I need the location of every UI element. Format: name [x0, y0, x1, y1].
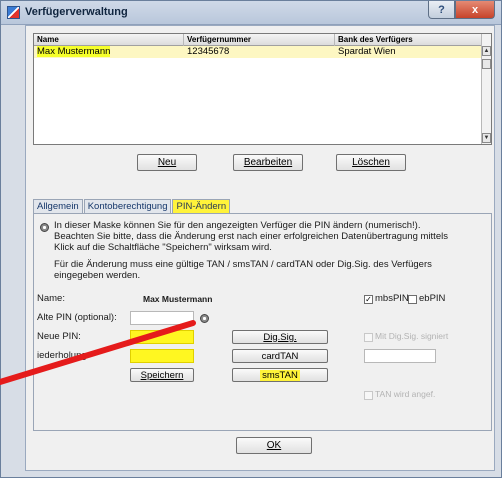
- title-bar: Verfügerverwaltung ? x: [1, 1, 501, 25]
- cell-name-text: Max Mustermann: [37, 46, 111, 57]
- cell-number: 12345678: [187, 46, 230, 57]
- mbspin-checkbox[interactable]: ✓: [364, 295, 373, 304]
- info-line-3: Klick auf die Schaltfläche "Speichern" w…: [54, 242, 272, 253]
- digsig-signed-label: Mit Dig.Sig. signiert: [375, 331, 449, 341]
- repeat-pin-input[interactable]: [130, 349, 194, 363]
- tan-input[interactable]: [364, 349, 436, 363]
- verfuger-table[interactable]: Name Verfügernummer Bank des Verfügers M…: [33, 33, 492, 145]
- tab-allgemein[interactable]: Allgemein: [33, 199, 83, 213]
- digsig-button-label: Dig.Sig.: [263, 331, 297, 343]
- scroll-down-icon[interactable]: ▼: [482, 133, 491, 143]
- column-header-number[interactable]: Verfügernummer: [184, 34, 335, 46]
- scroll-up-icon[interactable]: ▲: [482, 46, 491, 56]
- new-pin-label: Neue PIN:: [37, 331, 81, 342]
- name-label: Name:: [37, 293, 65, 304]
- info-line-4: Für die Änderung muss eine gültige TAN /…: [54, 259, 432, 270]
- smstan-button[interactable]: smsTAN: [232, 368, 328, 382]
- window: Verfügerverwaltung ? x Name Verfügernumm…: [0, 0, 502, 478]
- new-pin-input[interactable]: [130, 330, 194, 344]
- edit-button-label: Bearbeiten: [243, 157, 293, 168]
- cardtan-button[interactable]: cardTAN: [232, 349, 328, 363]
- scroll-thumb[interactable]: [482, 59, 491, 69]
- delete-button[interactable]: Löschen: [336, 154, 406, 171]
- close-button[interactable]: x: [455, 1, 495, 19]
- table-scrollbar[interactable]: ▲ ▼: [481, 34, 491, 144]
- new-button-label: Neu: [157, 157, 177, 168]
- ebpin-label: ebPIN: [419, 293, 446, 304]
- table-header: Name Verfügernummer Bank des Verfügers: [34, 34, 483, 46]
- info-icon: [40, 223, 49, 232]
- old-pin-input[interactable]: [130, 311, 194, 325]
- new-button[interactable]: Neu: [137, 154, 197, 171]
- tan-sent-label: TAN wird angef.: [375, 389, 436, 399]
- old-pin-info-icon: [200, 314, 209, 323]
- column-header-name[interactable]: Name: [34, 34, 184, 46]
- info-line-5: eingegeben werden.: [54, 270, 141, 281]
- cell-name: Max Mustermann: [34, 46, 184, 58]
- name-value: Max Mustermann: [143, 294, 213, 304]
- column-header-bank[interactable]: Bank des Verfügers: [335, 34, 483, 46]
- ok-button[interactable]: OK: [236, 437, 312, 454]
- info-line-2: Beachten Sie bitte, dass die Änderung er…: [54, 231, 448, 242]
- save-button[interactable]: Speichern: [130, 368, 194, 382]
- client-area: Name Verfügernummer Bank des Verfügers M…: [25, 25, 495, 471]
- ebpin-checkbox[interactable]: [408, 295, 417, 304]
- info-line-1: In dieser Maske können Sie für den angez…: [54, 220, 421, 231]
- table-row[interactable]: Max Mustermann 12345678 Spardat Wien: [34, 46, 483, 58]
- delete-button-label: Löschen: [352, 157, 390, 168]
- help-button[interactable]: ?: [428, 1, 455, 19]
- cardtan-button-label: cardTAN: [261, 350, 299, 362]
- repeat-label: iederholung:: [37, 350, 90, 361]
- digsig-signed-checkbox: [364, 333, 373, 342]
- app-icon: [7, 6, 20, 19]
- mbspin-label: mbsPIN: [375, 293, 409, 304]
- cell-bank: Spardat Wien: [338, 46, 396, 57]
- old-pin-label: Alte PIN (optional):: [37, 312, 117, 323]
- smstan-button-label: smsTAN: [260, 369, 300, 381]
- ok-button-label: OK: [266, 440, 282, 451]
- tan-sent-checkbox: [364, 391, 373, 400]
- digsig-button[interactable]: Dig.Sig.: [232, 330, 328, 344]
- tab-kontoberechtigung[interactable]: Kontoberechtigung: [83, 199, 172, 213]
- tab-pin-aendern[interactable]: PIN-Ändern: [172, 199, 231, 214]
- pin-change-panel: In dieser Maske können Sie für den angez…: [33, 213, 492, 431]
- edit-button[interactable]: Bearbeiten: [233, 154, 303, 171]
- window-title: Verfügerverwaltung: [25, 6, 128, 18]
- tab-strip: Allgemein Kontoberechtigung PIN-Ändern: [33, 199, 231, 214]
- save-button-label: Speichern: [140, 369, 184, 381]
